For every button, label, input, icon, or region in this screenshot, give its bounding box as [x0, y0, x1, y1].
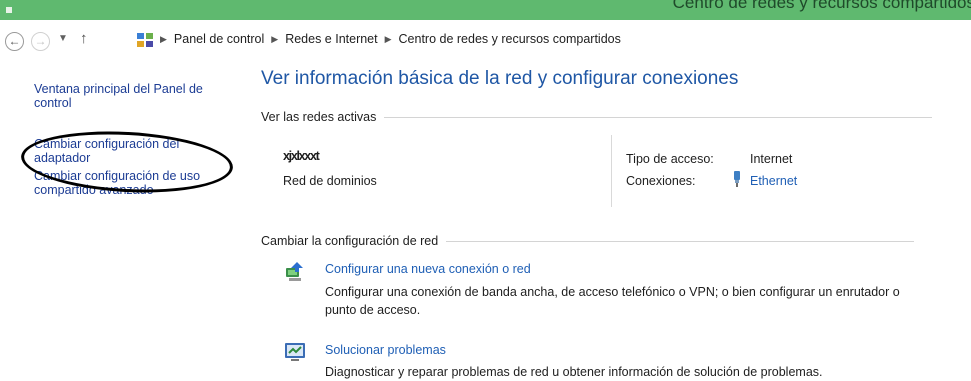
breadcrumb-item[interactable]: Redes e Internet [285, 32, 377, 46]
network-name: xjxlxxxt [283, 149, 320, 163]
ethernet-icon [734, 171, 740, 187]
back-arrow-icon[interactable]: ← [5, 32, 24, 51]
forward-arrow-icon[interactable]: → [31, 32, 50, 51]
breadcrumb: ▶ Panel de control ▶ Redes e Internet ▶ … [160, 32, 621, 46]
connections-label: Conexiones: [626, 174, 696, 188]
section-heading-change-network-settings: Cambiar la configuración de red [261, 234, 915, 248]
troubleshoot-problems-description: Diagnosticar y reparar problemas de red … [325, 365, 823, 379]
access-type-value: Internet [750, 152, 793, 166]
breadcrumb-separator-icon[interactable]: ▶ [385, 34, 392, 45]
setup-new-connection-link[interactable]: Configurar una nueva conexión o red [325, 262, 531, 276]
navigation-bar: ← → ▼ ↑ ▶ Panel de control ▶ Redes e Int… [0, 28, 971, 58]
network-type: Red de dominios [283, 174, 377, 188]
window-titlebar[interactable]: Centro de redes y recursos compartidos [0, 0, 971, 20]
section-divider [384, 116, 933, 118]
recent-pages-chevron-icon[interactable]: ▼ [58, 33, 68, 44]
troubleshoot-icon [285, 343, 305, 361]
section-divider [446, 240, 915, 242]
vertical-divider [611, 135, 612, 207]
new-connection-icon [286, 262, 303, 281]
sidebar-item-control-panel-home[interactable]: Ventana principal del Panel de control [34, 82, 234, 110]
breadcrumb-separator-icon[interactable]: ▶ [160, 34, 167, 45]
setup-new-connection-description: Configurar una conexión de banda ancha, … [325, 285, 900, 317]
up-arrow-icon[interactable]: ↑ [80, 30, 88, 47]
section-heading-label: Ver las redes activas [261, 110, 377, 124]
breadcrumb-item[interactable]: Centro de redes y recursos compartidos [399, 32, 621, 46]
access-type-label: Tipo de acceso: [626, 152, 714, 166]
troubleshoot-problems-link[interactable]: Solucionar problemas [325, 343, 446, 357]
breadcrumb-separator-icon[interactable]: ▶ [271, 34, 278, 45]
control-panel-icon [137, 33, 153, 47]
window-title: Centro de redes y recursos compartidos [672, 0, 971, 12]
ethernet-connection-link[interactable]: Ethernet [750, 174, 797, 188]
breadcrumb-item[interactable]: Panel de control [174, 32, 264, 46]
section-heading-active-networks: Ver las redes activas [261, 110, 933, 124]
page-title: Ver información básica de la red y confi… [261, 68, 739, 89]
section-heading-label: Cambiar la configuración de red [261, 234, 439, 248]
system-menu-icon[interactable] [6, 7, 12, 13]
